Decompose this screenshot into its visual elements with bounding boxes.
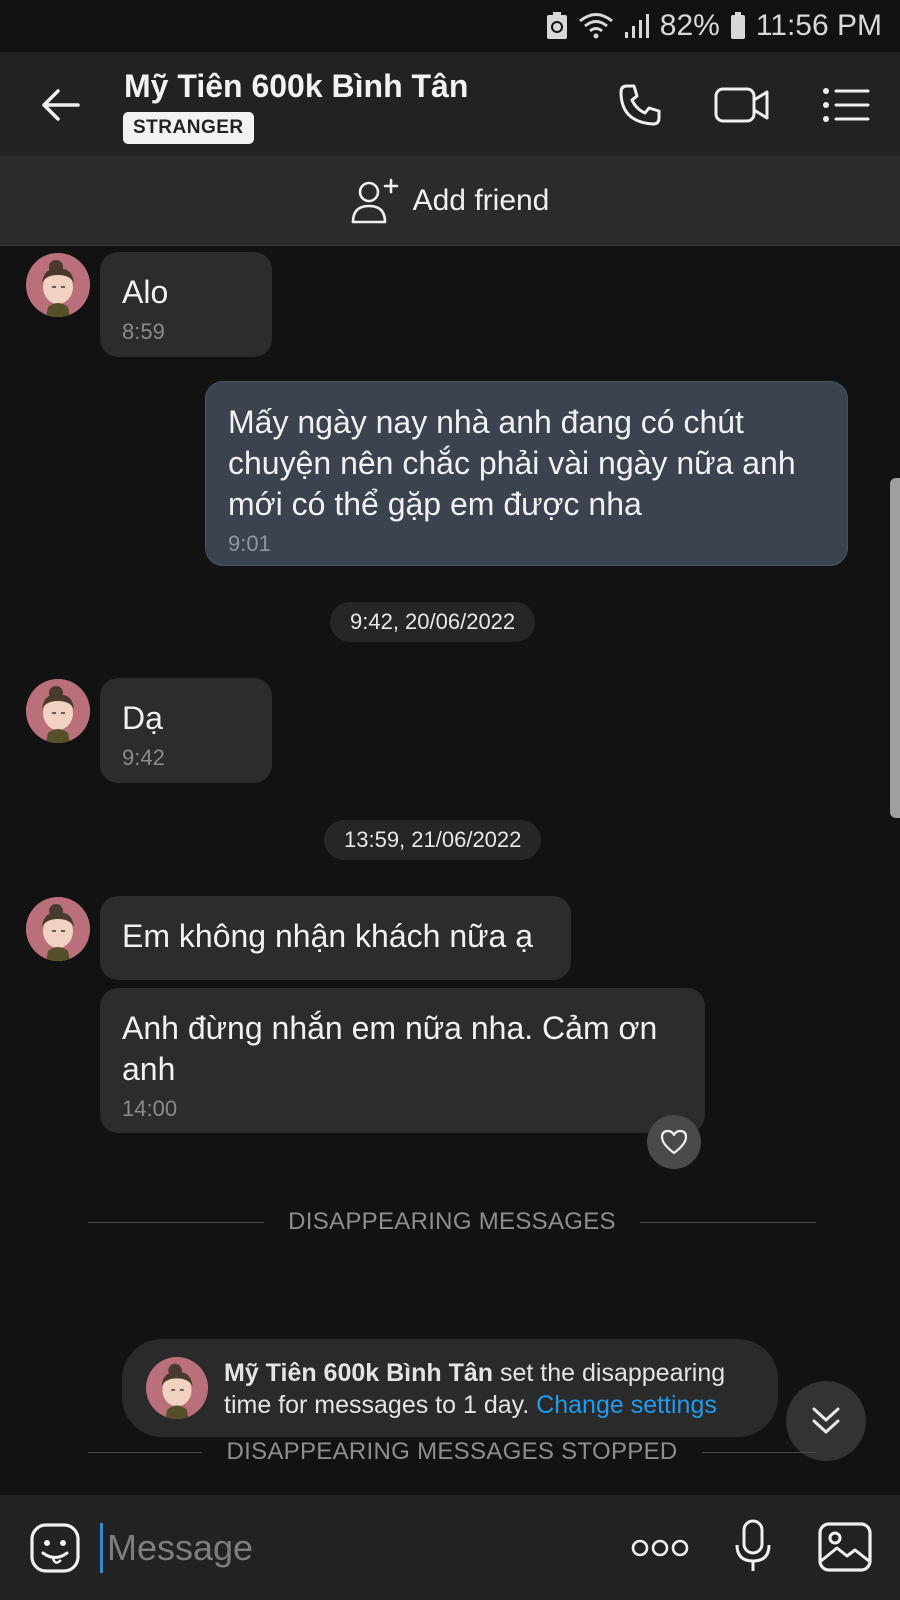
avatar-illustration: [26, 253, 90, 317]
recycle-notification-icon: [546, 12, 568, 40]
system-message: Mỹ Tiên 600k Bình Tân set the disappeari…: [122, 1339, 778, 1437]
separator-disappearing: DISAPPEARING MESSAGES: [88, 1207, 817, 1237]
message-bubble-incoming[interactable]: Dạ 9:42: [100, 678, 272, 783]
battery-icon: [730, 12, 746, 40]
video-call-button[interactable]: [714, 78, 770, 132]
heart-icon: [660, 1129, 688, 1155]
date-divider: 9:42, 20/06/2022: [330, 602, 536, 642]
sticker-button[interactable]: [28, 1521, 82, 1575]
separator-line: [701, 1451, 816, 1453]
more-button[interactable]: [630, 1525, 690, 1571]
wifi-icon: [578, 12, 614, 40]
call-button[interactable]: [612, 78, 668, 132]
scrollbar[interactable]: [890, 478, 900, 818]
voice-message-button[interactable]: [728, 1517, 778, 1577]
message-time: 14:00: [122, 1096, 178, 1121]
message-text: Dạ: [122, 700, 163, 736]
separator-disappearing-stopped: DISAPPEARING MESSAGES STOPPED: [88, 1437, 816, 1467]
message-bubble-incoming[interactable]: Alo 8:59: [100, 252, 272, 357]
message-text: Anh đừng nhắn em nữa nha. Cảm ơn anh: [122, 1010, 658, 1087]
phone-icon: [619, 84, 661, 126]
clock: 11:56 PM: [755, 9, 882, 42]
message-bubble-outgoing[interactable]: Mấy ngày nay nhà anh đang có chút chuyện…: [205, 381, 848, 566]
message-time: 9:01: [228, 531, 271, 556]
image-button[interactable]: [816, 1519, 874, 1575]
image-gallery-icon: [818, 1522, 872, 1572]
message-text: Em không nhận khách nữa ạ: [122, 918, 534, 954]
status-bar: 82% 11:56 PM: [0, 0, 900, 52]
contact-avatar[interactable]: [26, 897, 90, 961]
contact-avatar[interactable]: [26, 679, 90, 743]
avatar-illustration: [26, 679, 90, 743]
separator-label: DISAPPEARING MESSAGES: [288, 1208, 616, 1235]
menu-button[interactable]: [818, 78, 874, 132]
avatar-illustration: [146, 1357, 208, 1419]
add-friend-button[interactable]: Add friend: [0, 156, 900, 246]
chat-header: Mỹ Tiên 600k Bình Tân STRANGER: [0, 52, 900, 156]
message-list[interactable]: Alo 8:59 Mấy ngày nay nhà anh đang có ch…: [0, 247, 900, 1495]
react-heart-button[interactable]: [647, 1115, 701, 1169]
system-message-text: Mỹ Tiên 600k Bình Tân set the disappeari…: [224, 1357, 764, 1421]
add-friend-label: Add friend: [412, 183, 550, 217]
separator-label: DISAPPEARING MESSAGES STOPPED: [226, 1438, 678, 1465]
composer-bar: [0, 1495, 900, 1600]
contact-name[interactable]: Mỹ Tiên 600k Bình Tân: [124, 68, 468, 105]
message-input[interactable]: [100, 1523, 600, 1573]
contact-avatar[interactable]: [26, 253, 90, 317]
video-camera-icon: [714, 87, 769, 123]
separator-line: [639, 1221, 817, 1223]
avatar-illustration: [26, 897, 90, 961]
add-user-icon: [351, 178, 398, 223]
signal-icon: [624, 12, 650, 40]
date-divider: 13:59, 21/06/2022: [324, 820, 542, 860]
message-time: 9:42: [122, 745, 165, 770]
list-menu-icon: [823, 88, 870, 122]
sticker-smile-icon: [30, 1523, 80, 1573]
message-time: 8:59: [122, 319, 165, 344]
more-dots-icon: [631, 1539, 689, 1557]
microphone-icon: [735, 1519, 771, 1571]
contact-avatar[interactable]: [146, 1357, 208, 1419]
message-bubble-incoming[interactable]: Anh đừng nhắn em nữa nha. Cảm ơn anh 14:…: [100, 988, 705, 1133]
message-bubble-incoming[interactable]: Em không nhận khách nữa ạ: [100, 896, 571, 980]
arrow-left-icon: [42, 89, 80, 121]
back-button[interactable]: [38, 82, 84, 128]
change-settings-link[interactable]: Change settings: [536, 1391, 717, 1419]
system-message-name: Mỹ Tiên 600k Bình Tân: [224, 1359, 494, 1387]
stranger-badge: STRANGER: [123, 112, 254, 144]
separator-line: [88, 1221, 265, 1223]
double-chevron-down-icon: [812, 1407, 840, 1434]
message-text: Mấy ngày nay nhà anh đang có chút chuyện…: [228, 404, 796, 522]
message-text: Alo: [122, 274, 169, 310]
separator-line: [88, 1451, 203, 1453]
battery-percent: 82%: [659, 9, 720, 42]
